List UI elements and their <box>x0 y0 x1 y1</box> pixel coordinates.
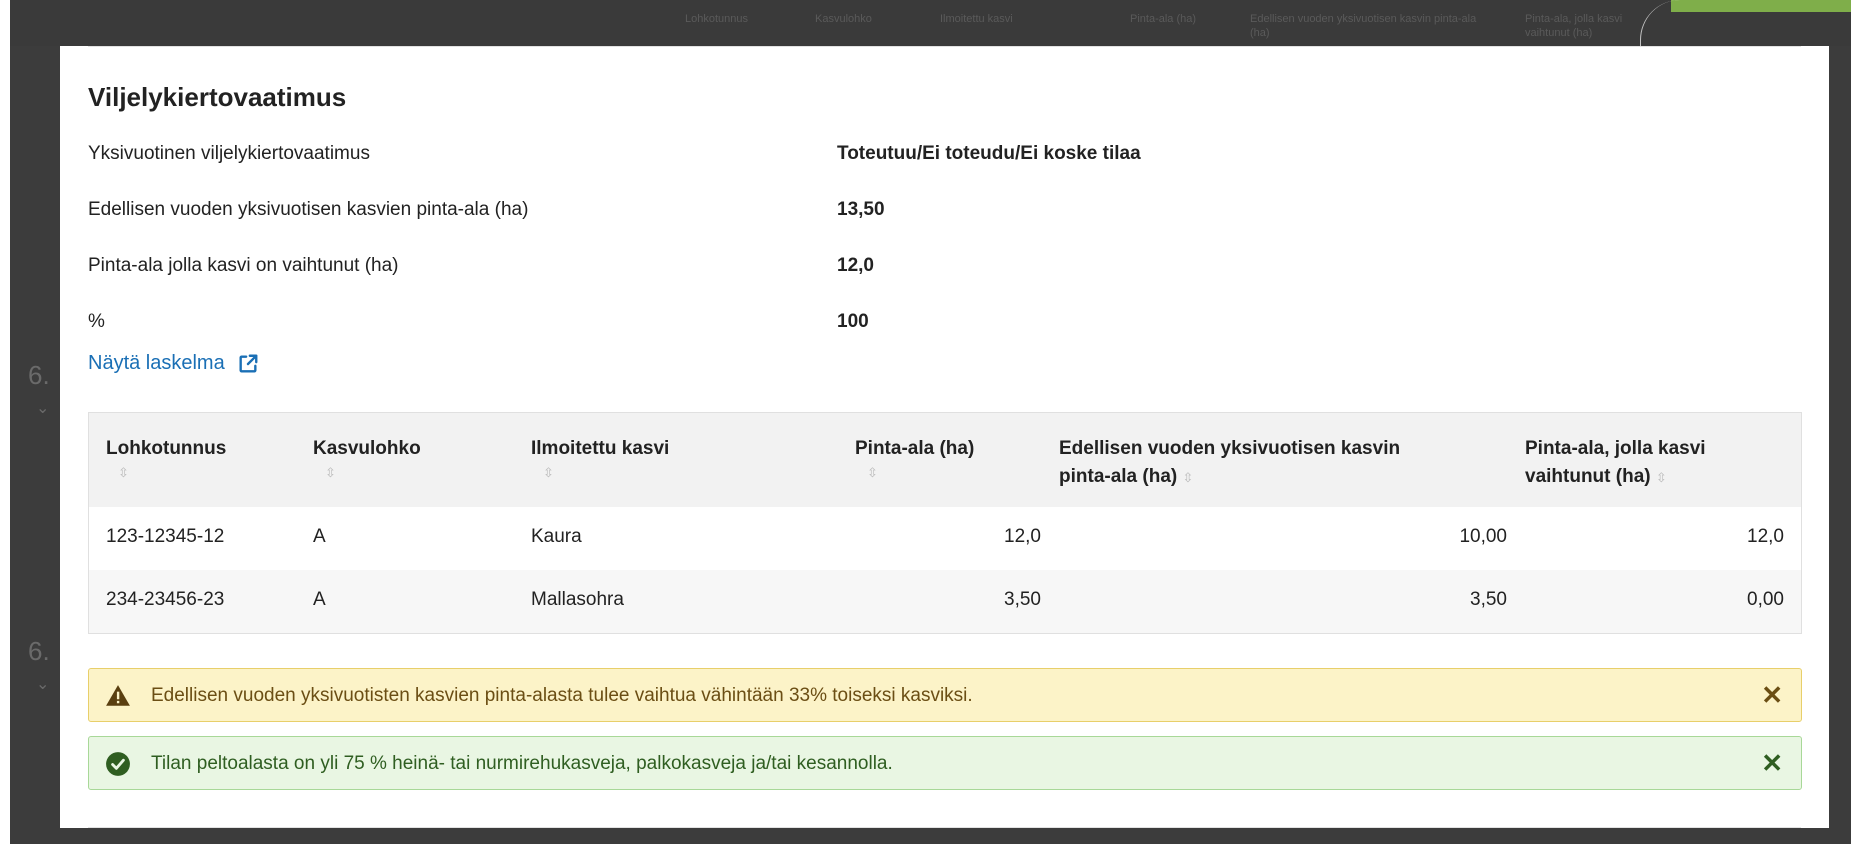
info-row-previous-area: Edellisen vuoden yksivuotisen kasvien pi… <box>88 199 1188 229</box>
crop-rotation-table: Lohkotunnus ⇳ Kasvulohko ⇳ Ilmoitettu ka… <box>88 412 1802 634</box>
show-calculation-label: Näytä laskelma <box>88 352 225 374</box>
bg-section-number: 6. <box>28 636 50 666</box>
close-icon[interactable]: ✕ <box>1761 681 1783 709</box>
cell-pinta-ala: 3,50 <box>1004 589 1041 610</box>
modal-title: Viljelykiertovaatimus <box>88 82 347 112</box>
background-edge <box>0 0 10 844</box>
bg-section-number: 6. <box>28 360 50 390</box>
info-value: 100 <box>837 311 869 332</box>
info-label: Edellisen vuoden yksivuotisen kasvien pi… <box>88 199 529 220</box>
column-header-label: pinta-ala (ha) <box>1059 466 1178 487</box>
warning-alert: Edellisen vuoden yksivuotisten kasvien p… <box>88 668 1802 722</box>
bg-header-cell: Edellisen vuoden yksivuotisen kasvin pin… <box>1250 13 1477 39</box>
column-header-label: Lohkotunnus <box>106 438 227 459</box>
table-row: 123-12345-12 A Kaura 12,0 10,00 12,0 <box>89 507 1801 570</box>
column-header-kasvulohko[interactable]: Kasvulohko <box>313 435 421 463</box>
sort-icon[interactable]: ⇳ <box>543 465 554 481</box>
info-label: Yksivuotinen viljelykiertovaatimus <box>88 143 370 164</box>
column-header-label: vaihtunut (ha) <box>1525 466 1651 487</box>
check-circle-icon <box>106 752 130 776</box>
table-row: 234-23456-23 A Mallasohra 3,50 3,50 0,00 <box>89 570 1801 633</box>
close-icon[interactable]: ✕ <box>1761 749 1783 777</box>
info-row-percent: % 100 <box>88 311 1188 341</box>
cell-kasvulohko: A <box>313 589 326 610</box>
show-calculation-link[interactable]: Näytä laskelma <box>88 352 259 375</box>
column-header-changed-area[interactable]: Pinta-ala, jolla kasvi vaihtunut (ha) ⇳ <box>1525 435 1706 492</box>
success-alert: Tilan peltoalasta on yli 75 % heinä- tai… <box>88 736 1802 790</box>
info-label: % <box>88 311 105 332</box>
column-header-label: Edellisen vuoden yksivuotisen kasvin <box>1059 438 1401 459</box>
bg-header-cell: Lohkotunnus <box>685 13 748 25</box>
column-header-label: Pinta-ala (ha) <box>855 438 975 459</box>
sort-icon[interactable]: ⇳ <box>867 465 878 481</box>
sort-icon[interactable]: ⇳ <box>1656 470 1667 485</box>
cell-kasvi: Kaura <box>531 526 582 547</box>
cell-kasvulohko: A <box>313 526 326 547</box>
background-table-header: Lohkotunnus Kasvulohko Ilmoitettu kasvi … <box>10 0 1851 46</box>
cell-lohkotunnus: 123-12345-12 <box>106 526 225 547</box>
cell-changed-area: 0,00 <box>1747 589 1784 610</box>
sort-icon[interactable]: ⇳ <box>325 465 336 481</box>
info-row-requirement: Yksivuotinen viljelykiertovaatimus Toteu… <box>88 143 1188 173</box>
external-link-icon <box>239 354 258 373</box>
table-header: Lohkotunnus ⇳ Kasvulohko ⇳ Ilmoitettu ka… <box>89 413 1801 507</box>
bg-header-cell: Ilmoitettu kasvi <box>940 13 1013 25</box>
column-header-label: Kasvulohko <box>313 438 421 459</box>
info-row-changed-area: Pinta-ala jolla kasvi on vaihtunut (ha) … <box>88 255 1188 285</box>
sort-icon[interactable]: ⇳ <box>1183 470 1194 485</box>
crop-rotation-modal: Viljelykiertovaatimus Yksivuotinen vilje… <box>60 46 1829 828</box>
sort-icon[interactable]: ⇳ <box>118 465 129 481</box>
cell-previous-area: 10,00 <box>1459 526 1507 547</box>
column-header-previous-area[interactable]: Edellisen vuoden yksivuotisen kasvin pin… <box>1059 435 1400 492</box>
success-message: Tilan peltoalasta on yli 75 % heinä- tai… <box>151 753 893 774</box>
cell-previous-area: 3,50 <box>1470 589 1507 610</box>
column-header-label: Pinta-ala, jolla kasvi <box>1525 438 1706 459</box>
column-header-pinta-ala[interactable]: Pinta-ala (ha) <box>855 435 974 463</box>
info-value: 12,0 <box>837 255 874 276</box>
cell-lohkotunnus: 234-23456-23 <box>106 589 225 610</box>
bg-header-cell: Kasvulohko <box>815 13 872 25</box>
divider <box>88 827 1801 828</box>
cell-pinta-ala: 12,0 <box>1004 526 1041 547</box>
cell-changed-area: 12,0 <box>1747 526 1784 547</box>
info-label: Pinta-ala jolla kasvi on vaihtunut (ha) <box>88 255 399 276</box>
chevron-down-icon: ⌄ <box>36 400 50 417</box>
column-header-ilmoitettu-kasvi[interactable]: Ilmoitettu kasvi <box>531 435 669 463</box>
chevron-down-icon: ⌄ <box>36 676 50 693</box>
warning-message: Edellisen vuoden yksivuotisten kasvien p… <box>151 685 973 706</box>
info-value: Toteutuu/Ei toteudu/Ei koske tilaa <box>837 143 1141 164</box>
warning-triangle-icon <box>106 685 130 706</box>
cell-kasvi: Mallasohra <box>531 589 624 610</box>
bg-header-cell: Pinta-ala (ha) <box>1130 13 1197 25</box>
column-header-label: Ilmoitettu kasvi <box>531 438 670 459</box>
divider <box>88 46 1801 47</box>
column-header-lohkotunnus[interactable]: Lohkotunnus <box>106 435 226 463</box>
info-value: 13,50 <box>837 199 885 220</box>
